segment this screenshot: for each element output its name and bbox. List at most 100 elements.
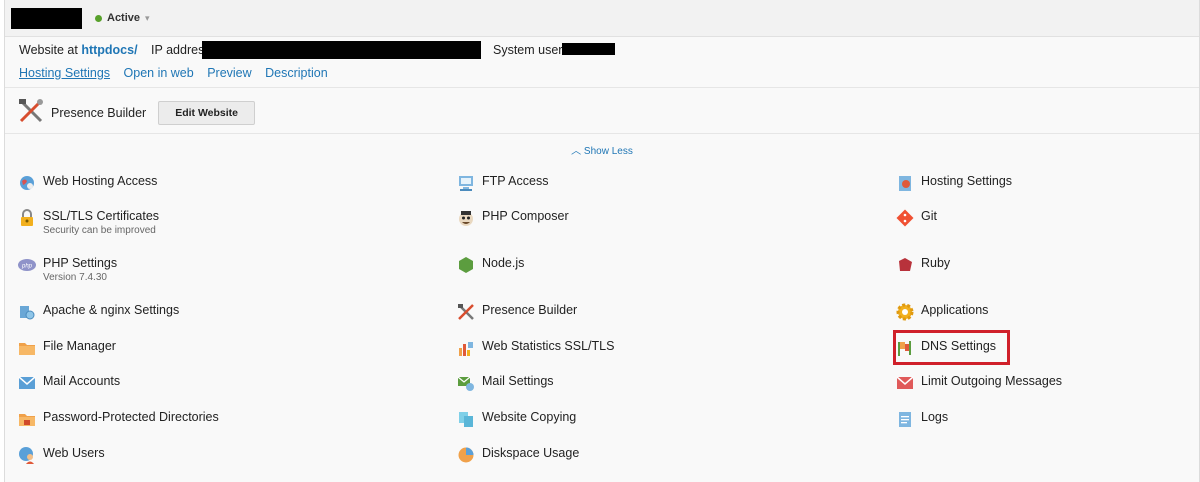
tool-text: Node.js bbox=[482, 255, 524, 271]
tool-text: PHP Composer bbox=[482, 208, 569, 224]
tool-text: Ruby bbox=[921, 255, 950, 271]
status-dropdown[interactable]: Active ▾ bbox=[95, 12, 150, 24]
tool-website-copying[interactable]: Website Copying bbox=[456, 409, 576, 429]
tool-label: PHP Settings bbox=[43, 256, 118, 270]
system-user: System user: bbox=[493, 43, 566, 57]
svg-text:php: php bbox=[21, 264, 33, 270]
statistics-icon bbox=[456, 338, 476, 358]
tool-limit-outgoing-messages[interactable]: Limit Outgoing Messages bbox=[895, 373, 1062, 393]
tool-text: Applications bbox=[921, 302, 988, 318]
tool-presence-builder[interactable]: Presence Builder bbox=[456, 302, 577, 322]
tool-text: PHP Settings Version 7.4.30 bbox=[43, 255, 117, 285]
copy-icon bbox=[456, 409, 476, 429]
tool-label: PHP Composer bbox=[482, 209, 569, 223]
tool-mail-accounts[interactable]: Mail Accounts bbox=[17, 373, 120, 393]
tool-text: Website Copying bbox=[482, 409, 576, 425]
divider bbox=[5, 133, 1199, 134]
composer-icon bbox=[456, 208, 476, 228]
nodejs-icon bbox=[456, 255, 476, 275]
tool-label: Hosting Settings bbox=[921, 174, 1013, 188]
httpdocs-link[interactable]: httpdocs/ bbox=[81, 43, 137, 57]
tool-web-users[interactable]: Web Users bbox=[17, 445, 105, 465]
web-users-icon bbox=[17, 445, 37, 465]
tool-label: Website Copying bbox=[482, 410, 577, 424]
gear-icon bbox=[895, 302, 915, 322]
tool-label: Web Statistics SSL/TLS bbox=[482, 339, 615, 353]
tool-diskspace-usage[interactable]: Diskspace Usage bbox=[456, 445, 579, 465]
globe-icon bbox=[17, 173, 37, 193]
tool-ssl-tls-certificates[interactable]: SSL/TLS Certificates Security can be impr… bbox=[17, 208, 159, 238]
tool-text: Limit Outgoing Messages bbox=[921, 373, 1062, 389]
tool-label: Password-Protected Directories bbox=[43, 410, 219, 424]
tool-text: Git bbox=[921, 208, 937, 224]
show-less-toggle[interactable]: ︿ Show Less bbox=[5, 142, 1199, 157]
tool-label: Node.js bbox=[482, 256, 525, 270]
tool-web-statistics-ssl-tls[interactable]: Web Statistics SSL/TLS bbox=[456, 338, 614, 358]
tool-label: FTP Access bbox=[482, 174, 549, 188]
presence-builder-icon bbox=[17, 97, 45, 128]
preview-link[interactable]: Preview bbox=[207, 66, 251, 80]
folder-icon bbox=[17, 338, 37, 358]
tool-label: Presence Builder bbox=[482, 303, 578, 317]
tool-text: File Manager bbox=[43, 338, 116, 354]
tool-text: Web Hosting Access bbox=[43, 173, 157, 189]
tool-mail-settings[interactable]: Mail Settings bbox=[456, 373, 554, 393]
tool-ruby[interactable]: Ruby bbox=[895, 255, 950, 275]
tool-text: Mail Settings bbox=[482, 373, 554, 389]
tool-node-js[interactable]: Node.js bbox=[456, 255, 524, 275]
tool-password-protected-directories[interactable]: Password-Protected Directories bbox=[17, 409, 219, 429]
tool-apache-nginx-settings[interactable]: Apache & nginx Settings bbox=[17, 302, 179, 322]
edit-website-button[interactable]: Edit Website bbox=[158, 100, 256, 125]
tool-applications[interactable]: Applications bbox=[895, 302, 988, 322]
tool-text: FTP Access bbox=[482, 173, 548, 189]
tool-text: Presence Builder bbox=[482, 302, 577, 318]
redacted-system-user bbox=[562, 43, 615, 55]
website-info: Website at httpdocs/ IP address: bbox=[19, 43, 214, 57]
description-link[interactable]: Description bbox=[265, 66, 328, 80]
pie-chart-icon bbox=[456, 445, 476, 465]
tool-text: SSL/TLS Certificates Security can be impr… bbox=[43, 208, 159, 238]
presence-builder-label: Presence Builder bbox=[51, 105, 147, 120]
tool-label: Limit Outgoing Messages bbox=[921, 374, 1063, 388]
hosting-settings-icon bbox=[895, 173, 915, 193]
presence-builder-row: Presence Builder Edit Website bbox=[17, 97, 256, 128]
system-user-label: System user: bbox=[493, 43, 566, 57]
tool-git[interactable]: Git bbox=[895, 208, 937, 228]
ftp-icon bbox=[456, 173, 476, 193]
open-in-web-link[interactable]: Open in web bbox=[124, 66, 194, 80]
website-links: Hosting Settings Open in web Preview Des… bbox=[19, 66, 338, 80]
top-bar: Active ▾ bbox=[5, 0, 1199, 37]
tool-php-composer[interactable]: PHP Composer bbox=[456, 208, 569, 228]
divider bbox=[5, 87, 1199, 88]
tool-label: SSL/TLS Certificates bbox=[43, 209, 160, 223]
hosting-settings-link[interactable]: Hosting Settings bbox=[19, 66, 110, 80]
tool-text: Logs bbox=[921, 409, 948, 425]
tool-label: Logs bbox=[921, 410, 949, 424]
tool-hosting-settings[interactable]: Hosting Settings bbox=[895, 173, 1012, 193]
tool-label: Web Users bbox=[43, 446, 105, 460]
tool-file-manager[interactable]: File Manager bbox=[17, 338, 116, 358]
server-settings-icon bbox=[17, 302, 37, 322]
tool-web-hosting-access[interactable]: Web Hosting Access bbox=[17, 173, 157, 193]
tool-sublabel: Version 7.4.30 bbox=[43, 272, 107, 283]
redacted-ip-address bbox=[202, 41, 481, 59]
show-less-label: Show Less bbox=[583, 146, 633, 157]
tool-sublabel: Security can be improved bbox=[43, 225, 156, 236]
tool-label: Mail Accounts bbox=[43, 374, 121, 388]
lock-icon bbox=[17, 208, 37, 228]
logs-icon bbox=[895, 409, 915, 429]
status-label: Active bbox=[107, 12, 141, 24]
tool-text: Password-Protected Directories bbox=[43, 409, 219, 425]
tool-label: Git bbox=[921, 209, 937, 223]
tool-text: Web Users bbox=[43, 445, 105, 461]
website-prefix: Website at bbox=[19, 43, 78, 57]
tool-php-settings[interactable]: php PHP Settings Version 7.4.30 bbox=[17, 255, 117, 285]
tool-ftp-access[interactable]: FTP Access bbox=[456, 173, 548, 193]
tool-label: File Manager bbox=[43, 339, 116, 353]
tool-logs[interactable]: Logs bbox=[895, 409, 948, 429]
status-dot-icon bbox=[95, 14, 102, 22]
limit-mail-icon bbox=[895, 373, 915, 393]
tool-label: Apache & nginx Settings bbox=[43, 303, 180, 317]
tool-text: Mail Accounts bbox=[43, 373, 120, 389]
envelope-icon bbox=[17, 373, 37, 393]
